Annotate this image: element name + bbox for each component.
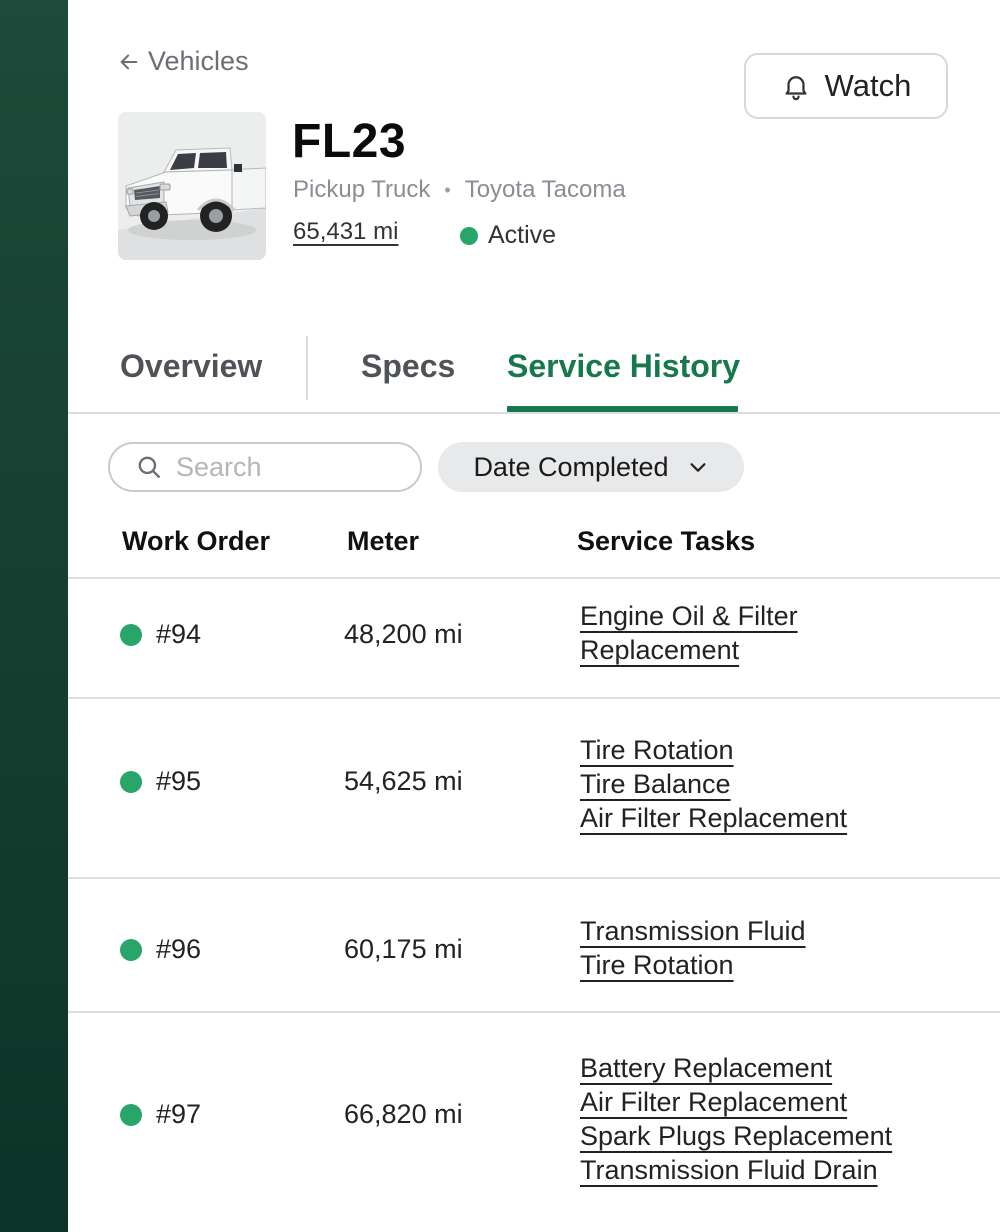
service-task-link[interactable]: Tire Rotation [580, 733, 847, 767]
status-dot-icon [120, 1103, 142, 1126]
meter-cell: 66,820 mi [344, 1099, 463, 1129]
back-link-label: Vehicles [148, 46, 249, 76]
vehicle-name: FL23 [292, 115, 407, 168]
service-task-link[interactable]: Tire Rotation [580, 948, 806, 982]
watch-button-label: Watch [824, 68, 912, 103]
meter-cell: 48,200 mi [344, 619, 463, 649]
service-task-link[interactable]: Transmission Fluid Drain [580, 1153, 892, 1187]
meter-cell: 60,175 mi [344, 934, 463, 964]
service-tasks-cell: Engine Oil & Filter Replacement [580, 599, 798, 667]
column-header-work-order[interactable]: Work Order [122, 526, 270, 557]
active-tab-indicator [507, 406, 738, 412]
service-task-link[interactable]: Tire Balance [580, 767, 847, 801]
service-tasks-cell: Tire Rotation Tire Balance Air Filter Re… [580, 733, 847, 835]
search-icon [138, 456, 160, 478]
status-dot-icon [120, 623, 142, 646]
meter-cell: 54,625 mi [344, 766, 463, 796]
column-header-meter[interactable]: Meter [347, 526, 419, 557]
service-task-link[interactable]: Spark Plugs Replacement [580, 1119, 892, 1153]
vehicle-subtitle: Pickup Truck • Toyota Tacoma [293, 176, 626, 204]
table-header: Work Order Meter Service Tasks [68, 508, 1000, 579]
service-tasks-cell: Transmission Fluid Tire Rotation [580, 914, 806, 982]
tab-specs[interactable]: Specs [361, 348, 455, 385]
work-order-number[interactable]: #97 [156, 1099, 201, 1130]
chevron-down-icon [690, 463, 706, 472]
vehicle-detail-panel: Vehicles Watch FL23 Pickup Truck • Toyot… [68, 0, 1000, 1232]
service-task-link[interactable]: Battery Replacement [580, 1051, 892, 1085]
vehicle-type: Pickup Truck [293, 176, 431, 203]
service-tasks-cell: Battery Replacement Air Filter Replaceme… [580, 1051, 892, 1187]
tab-divider [306, 336, 308, 400]
table-row[interactable]: #96 60,175 mi Transmission Fluid Tire Ro… [68, 879, 1000, 1013]
status-label: Active [488, 221, 557, 249]
service-task-link[interactable]: Engine Oil & Filter [580, 599, 798, 633]
back-to-vehicles-link[interactable]: Vehicles [118, 46, 249, 77]
table-row[interactable]: #97 66,820 mi Battery Replacement Air Fi… [68, 1013, 1000, 1232]
status-dot-icon [460, 226, 478, 245]
status-badge: Active [460, 221, 556, 250]
work-order-number[interactable]: #96 [156, 934, 201, 965]
arrow-left-icon [120, 54, 138, 69]
work-order-number[interactable]: #94 [156, 619, 201, 650]
filter-label: Date Completed [473, 451, 669, 482]
work-order-cell: #97 [120, 1099, 201, 1130]
work-order-number[interactable]: #95 [156, 766, 201, 797]
vehicle-model: Toyota Tacoma [464, 176, 626, 203]
app-sidebar [0, 0, 68, 1232]
table-row[interactable]: #94 48,200 mi Engine Oil & Filter Replac… [68, 579, 1000, 699]
service-task-link[interactable]: Transmission Fluid [580, 914, 806, 948]
tab-bar: Overview Specs Service History [68, 330, 1000, 414]
search-box[interactable] [108, 442, 422, 492]
work-order-cell: #96 [120, 934, 201, 965]
search-input[interactable] [176, 451, 396, 483]
service-task-link[interactable]: Air Filter Replacement [580, 801, 847, 835]
status-dot-icon [120, 938, 142, 961]
tab-overview[interactable]: Overview [120, 348, 262, 385]
current-meter-link[interactable]: 65,431 mi [293, 218, 398, 246]
service-task-link[interactable]: Air Filter Replacement [580, 1085, 892, 1119]
work-order-cell: #94 [120, 619, 201, 650]
status-dot-icon [120, 770, 142, 793]
column-header-service-tasks[interactable]: Service Tasks [577, 526, 755, 557]
separator-dot: • [444, 179, 451, 200]
date-completed-filter[interactable]: Date Completed [438, 442, 744, 492]
watch-button[interactable]: Watch [744, 53, 948, 119]
service-task-link[interactable]: Replacement [580, 633, 798, 667]
work-order-cell: #95 [120, 766, 201, 797]
vehicle-photo [118, 112, 266, 260]
tab-service-history[interactable]: Service History [507, 348, 740, 385]
bell-icon [785, 76, 807, 101]
table-row[interactable]: #95 54,625 mi Tire Rotation Tire Balance… [68, 699, 1000, 879]
